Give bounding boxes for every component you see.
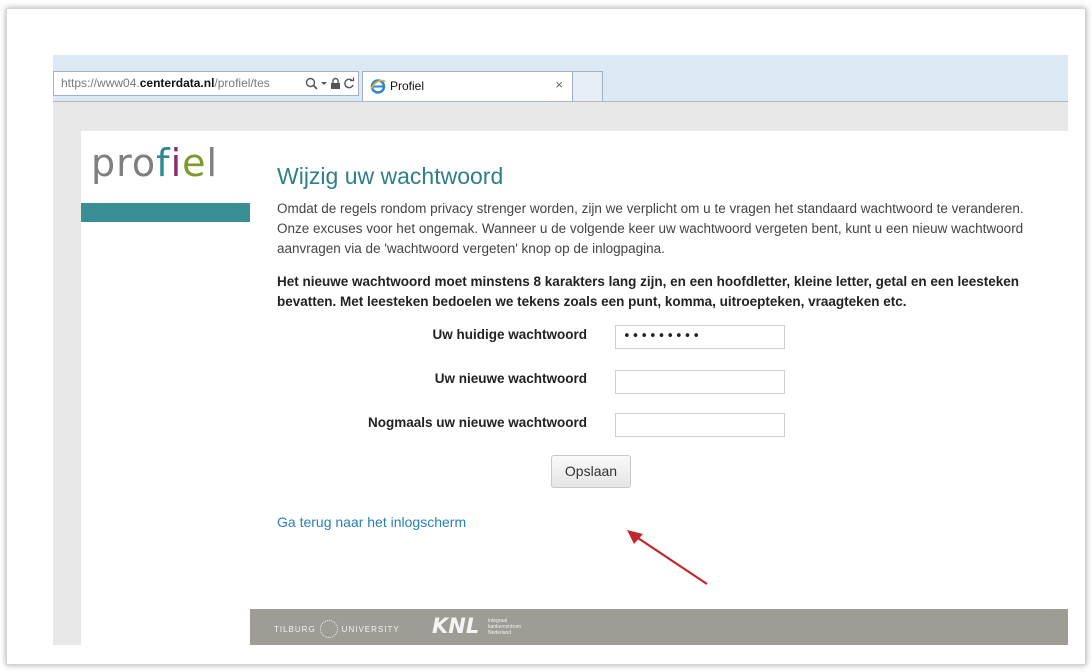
search-icon[interactable] [305, 77, 318, 90]
intro-text: Omdat de regels rondom privacy strenger … [277, 201, 1024, 256]
annotation-arrow-icon [627, 530, 708, 585]
logo-text-pro: pro [91, 141, 157, 185]
page-container: profiel Wijzig uw wachtwoord Omdat de re… [81, 131, 1068, 645]
knl-subtitle: integraal kankercentrum Nederland [488, 618, 521, 636]
ie-favicon-icon [370, 79, 386, 94]
footer-bar: TILBURG UNIVERSITY KNL integraal kankerc… [250, 609, 1068, 645]
address-bar[interactable]: https://www04.centerdata.nl/profiel/tes [53, 71, 359, 96]
repeat-password-label: Nogmaals uw nieuwe wachtwoord [367, 415, 587, 430]
tilburg-university-logo: TILBURG UNIVERSITY [274, 620, 400, 638]
page-title: Wijzig uw wachtwoord [277, 163, 504, 189]
address-host: centerdata.nl [139, 76, 215, 90]
sidebar-accent-bar [81, 203, 250, 222]
profiel-logo: profiel [91, 141, 218, 185]
address-bar-icons [302, 72, 355, 95]
current-password-field[interactable]: ••••••••• [615, 325, 785, 349]
page-viewport: profiel Wijzig uw wachtwoord Omdat de re… [53, 102, 1068, 645]
logo-letter-i: i [170, 141, 183, 185]
university-text: UNIVERSITY [341, 624, 400, 634]
new-tab-button[interactable] [573, 71, 603, 101]
logo-letter-f: f [156, 141, 171, 185]
browser-tab-profiel[interactable]: Profiel × [362, 71, 573, 101]
tab-title: Profiel [390, 79, 425, 93]
back-to-login-link[interactable]: Ga terug naar het inlogscherm [277, 514, 466, 530]
screenshot-frame: https://www04.centerdata.nl/profiel/tes … [6, 8, 1086, 665]
lock-icon[interactable] [330, 77, 341, 90]
address-scheme: https:// [61, 76, 98, 90]
knl-logo: KNL [432, 614, 480, 638]
address-path: /profiel/tes [214, 76, 270, 90]
save-button[interactable]: Opslaan [551, 455, 631, 488]
tab-close-icon[interactable]: × [555, 77, 563, 92]
browser-window: https://www04.centerdata.nl/profiel/tes … [53, 55, 1068, 645]
new-password-label: Uw nieuwe wachtwoord [434, 371, 587, 386]
password-requirements: Het nieuwe wachtwoord moet minstens 8 ka… [277, 274, 1019, 309]
university-seal-icon [319, 620, 338, 638]
knl-sub-line3: Nederland [488, 630, 512, 636]
address-host-prefix: www04. [97, 76, 140, 90]
logo-letter-e: e [182, 141, 207, 185]
dropdown-arrow-icon[interactable] [320, 77, 328, 90]
tilburg-text: TILBURG [274, 624, 316, 634]
logo-letter-l: l [206, 141, 219, 185]
new-password-field[interactable] [615, 370, 785, 394]
current-password-label: Uw huidige wachtwoord [432, 327, 588, 342]
refresh-icon[interactable] [343, 77, 355, 90]
browser-toolbar: https://www04.centerdata.nl/profiel/tes … [53, 55, 1068, 102]
repeat-password-field[interactable] [615, 413, 785, 437]
